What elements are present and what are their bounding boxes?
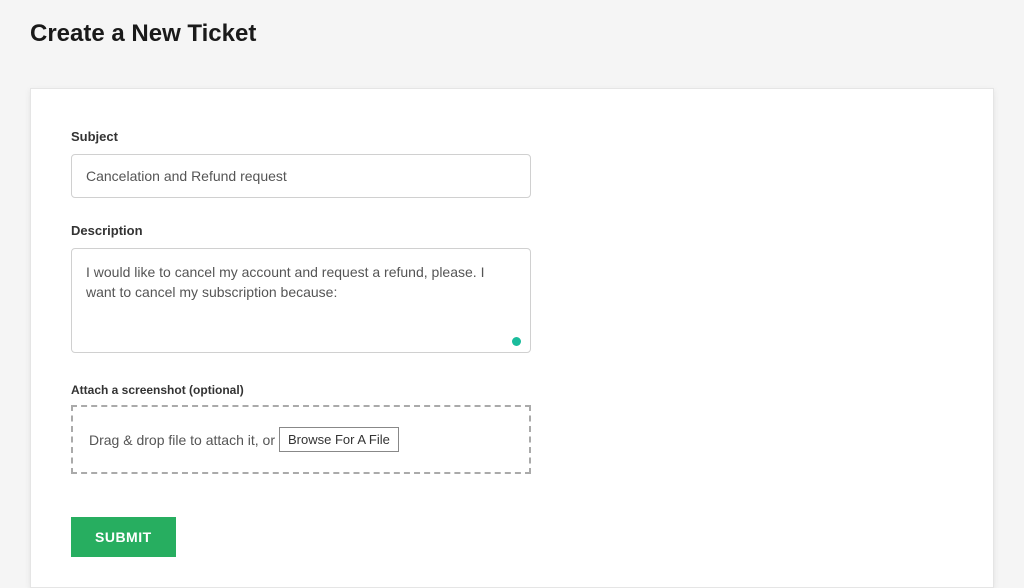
submit-button[interactable]: SUBMIT — [71, 517, 176, 557]
attachment-label: Attach a screenshot (optional) — [71, 383, 953, 397]
description-label: Description — [71, 223, 953, 238]
grammar-indicator-icon — [512, 337, 521, 346]
subject-group: Subject — [71, 129, 953, 198]
browse-file-button[interactable]: Browse For A File — [279, 427, 399, 452]
description-group: Description — [71, 223, 953, 358]
subject-label: Subject — [71, 129, 953, 144]
ticket-form-card: Subject Description Attach a screenshot … — [30, 88, 994, 588]
subject-input[interactable] — [71, 154, 531, 198]
description-textarea[interactable] — [71, 248, 531, 353]
dropzone-text: Drag & drop file to attach it, or — [89, 432, 275, 448]
attachment-group: Attach a screenshot (optional) Drag & dr… — [71, 383, 953, 474]
description-wrapper — [71, 248, 531, 358]
page-title: Create a New Ticket — [30, 20, 994, 48]
file-dropzone[interactable]: Drag & drop file to attach it, or Browse… — [71, 405, 531, 474]
